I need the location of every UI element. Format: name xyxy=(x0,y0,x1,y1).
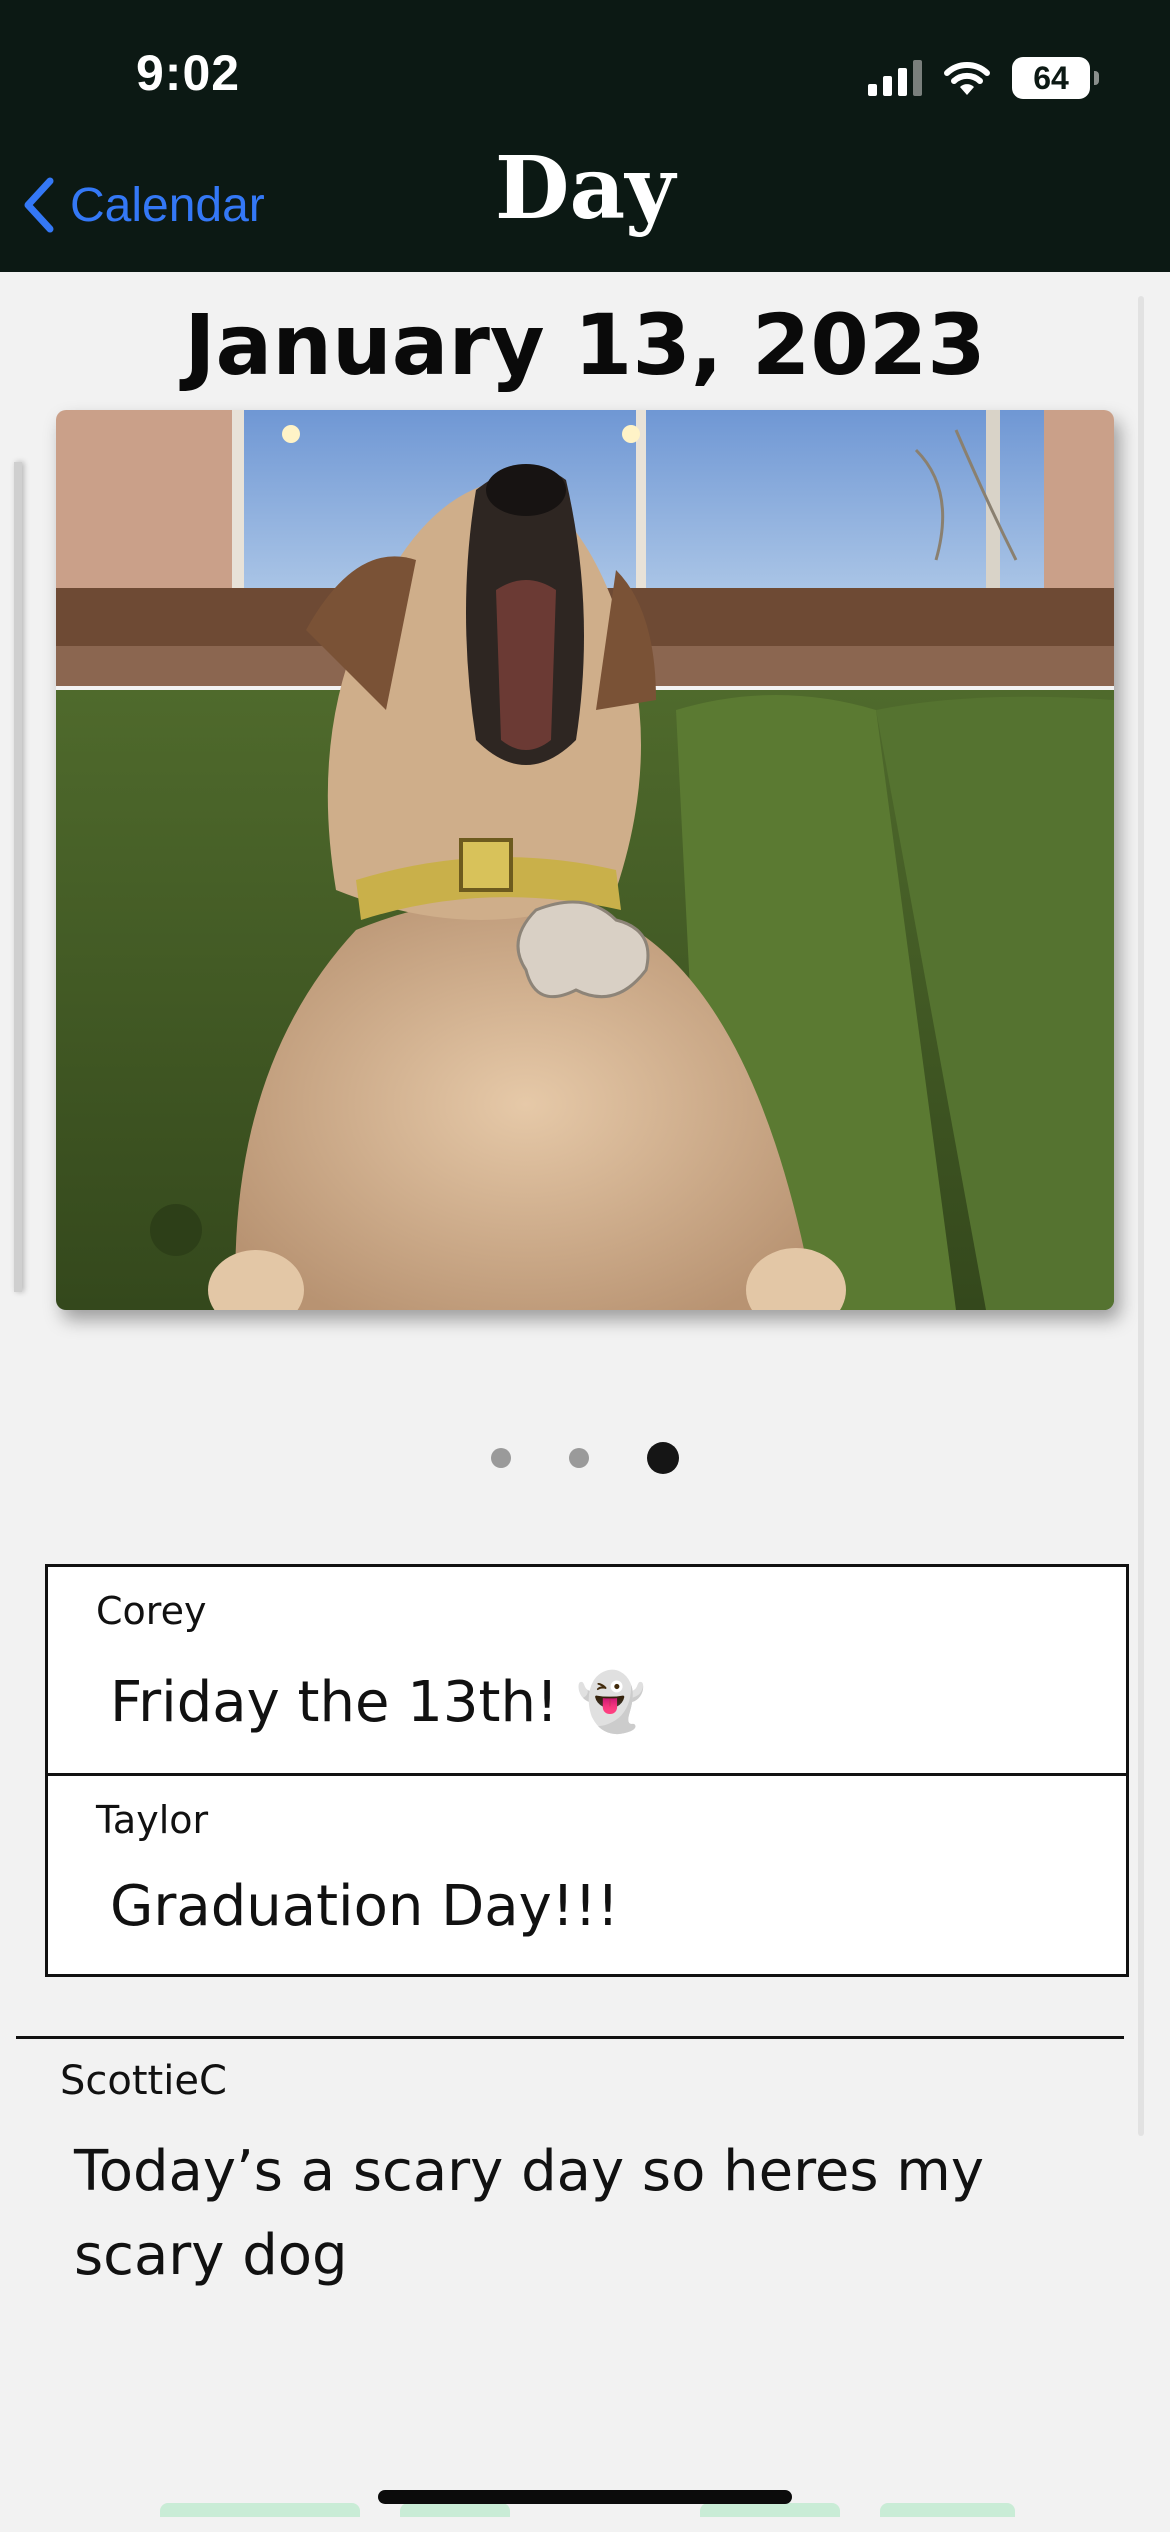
event-text: Graduation Day!!! xyxy=(110,1874,620,1939)
previous-photo-peek[interactable] xyxy=(14,462,22,1292)
wifi-icon xyxy=(944,62,990,95)
scrollbar[interactable] xyxy=(1138,296,1144,2136)
home-indicator[interactable] xyxy=(378,2490,792,2504)
page-title: Day xyxy=(494,138,676,239)
page-dot[interactable] xyxy=(569,1448,589,1468)
post-author: ScottieC xyxy=(60,2058,227,2104)
event-text: Friday the 13th! 👻 xyxy=(110,1670,646,1735)
date-heading: January 13, 2023 xyxy=(184,296,986,394)
divider xyxy=(16,2036,1124,2039)
battery-icon: 64 xyxy=(1012,57,1099,99)
navigation-bar: 9:02 64 Calendar Day xyxy=(0,0,1170,272)
dog-photo[interactable] xyxy=(56,410,1114,1310)
photo-illustration xyxy=(56,410,1114,1310)
cellular-signal-icon xyxy=(868,60,922,96)
page-dot[interactable] xyxy=(491,1448,511,1468)
events-list: Corey Friday the 13th! 👻 Taylor Graduati… xyxy=(45,1564,1129,1977)
status-time: 9:02 xyxy=(136,45,241,101)
battery-level: 64 xyxy=(1033,59,1069,96)
carousel-page-indicator[interactable] xyxy=(0,1442,1170,1474)
event-item[interactable]: Taylor Graduation Day!!! xyxy=(48,1776,1126,1974)
page-dot-active[interactable] xyxy=(647,1442,679,1474)
event-item[interactable]: Corey Friday the 13th! 👻 xyxy=(48,1567,1126,1776)
event-author: Taylor xyxy=(96,1798,209,1842)
post-caption: Today’s a scary day so heres my scary do… xyxy=(74,2139,984,2288)
status-icons: 64 xyxy=(868,56,1099,100)
event-author: Corey xyxy=(96,1589,207,1633)
